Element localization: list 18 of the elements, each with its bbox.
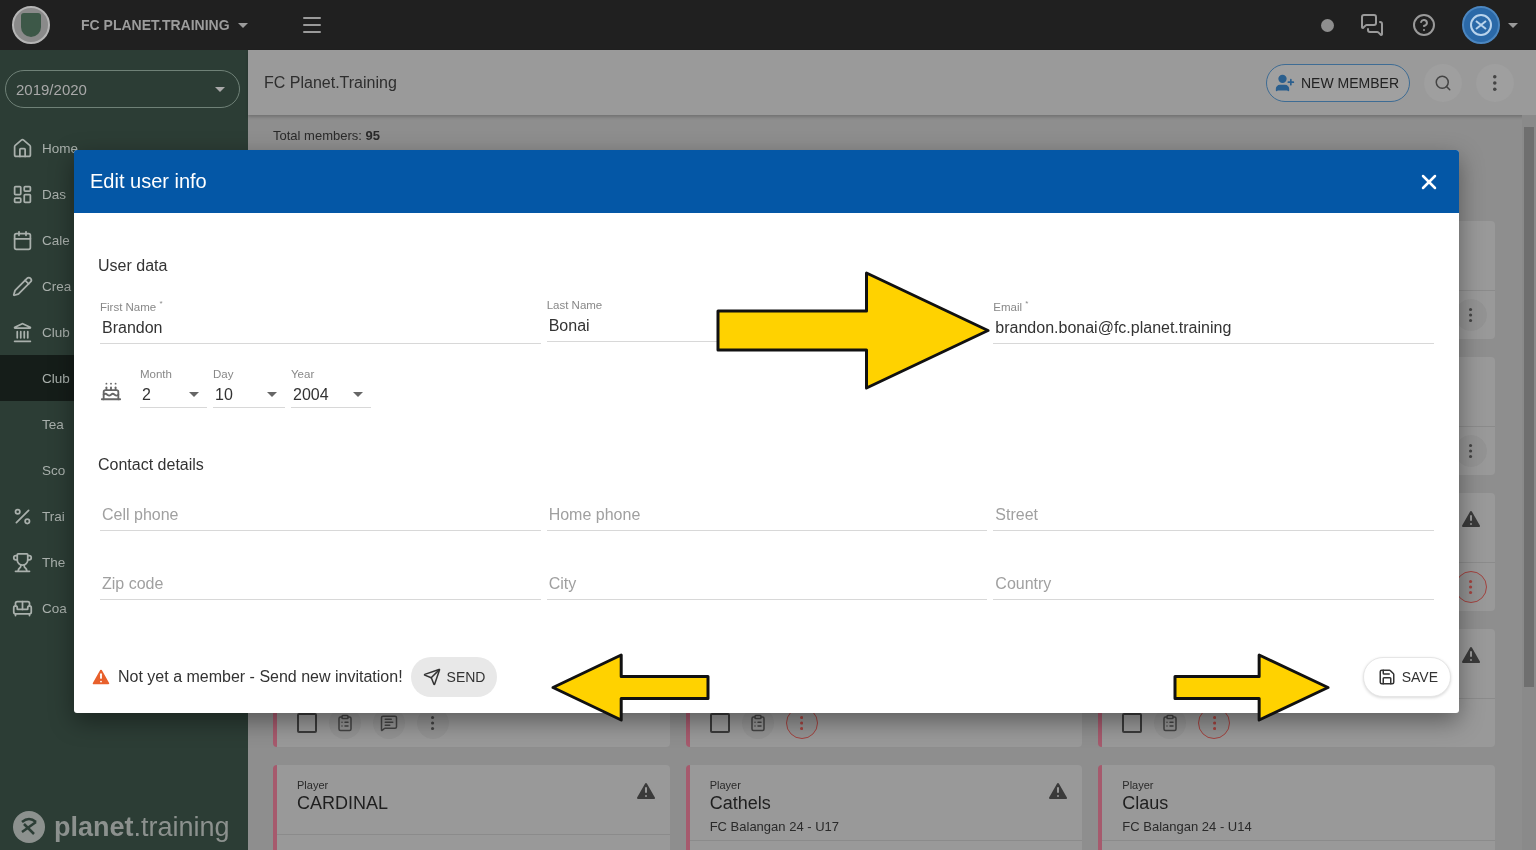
dialog-title: Edit user info [90,170,207,193]
brand-name: planet.training [54,811,230,843]
field-label: First Name $^{*}$ [100,299,163,313]
member-team: FC Balangan 24 - U14 [1122,819,1252,834]
member-role: Player [297,779,330,791]
member-team: FC Balangan 24 - U17 [709,819,839,834]
field-label: Last Name [546,299,603,311]
member-name: Claus [1122,793,1170,814]
section-title: Contact details [98,455,205,474]
member-count: Total members: 95 [273,128,381,143]
member-role: Player [709,779,742,791]
member-name: CARDINAL [297,793,389,814]
member-name: Cathels [709,793,772,814]
field-label: Email $^{*}$ [993,299,1029,313]
invitation-notice: Not yet a member - Send new invitation! [118,668,403,686]
section-title: User data [98,257,169,275]
member-role: Player [1122,779,1155,791]
page-title: FC Planet.Training [264,73,398,92]
